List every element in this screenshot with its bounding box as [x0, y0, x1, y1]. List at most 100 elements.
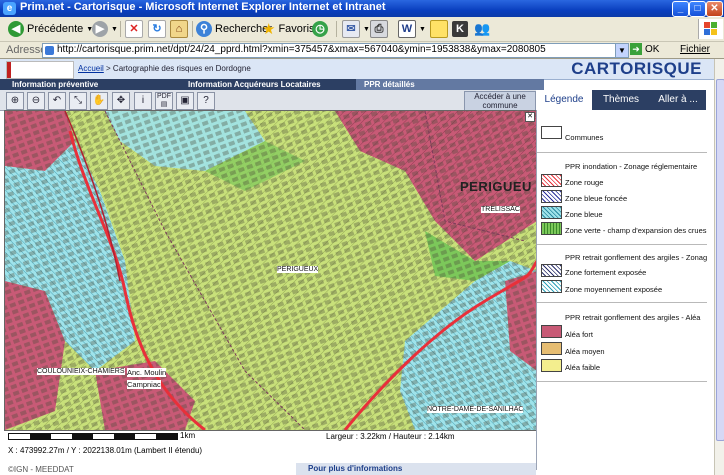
toolbar-separator [192, 21, 193, 37]
tab-themes[interactable]: Thèmes [592, 90, 650, 110]
maximize-button[interactable]: □ [689, 1, 706, 17]
legend-zone-bleue: Zone bleue [565, 210, 603, 219]
map-label-coulounieix: COULOUNIEIX-CHAMIERS [37, 368, 125, 375]
legend-swatch-alea-faible [541, 359, 562, 372]
tab-ppr-detailles[interactable]: PPR détaillés [356, 79, 544, 90]
map-canvas[interactable] [5, 111, 537, 430]
file-menu[interactable]: Fichier [680, 44, 710, 55]
history-button[interactable]: ◷ [312, 20, 328, 38]
info-icon[interactable]: i [134, 92, 152, 110]
refresh-button[interactable]: ↻ [148, 20, 166, 38]
right-panel-tabs: Légende Thèmes Aller à ... [536, 90, 706, 110]
stop-button[interactable]: ✕ [125, 20, 143, 38]
scale-bar [8, 433, 178, 440]
measure-icon[interactable]: ⤡ [69, 92, 87, 110]
map-dimensions: Largeur : 3.22km / Hauteur : 2.14km [326, 432, 455, 441]
edit-dropdown-icon[interactable]: ▼ [419, 26, 426, 33]
legend-alea-moyen: Aléa moyen [565, 347, 605, 356]
legend-group-argiles-zonage: PPR retrait gonflement des argiles - Zon… [565, 253, 707, 262]
word-icon: W [398, 20, 416, 38]
zoom-out-icon[interactable]: ⊖ [27, 92, 45, 110]
page-icon [45, 46, 54, 55]
breadcrumb-current: > Cartographie des risques en Dordogne [103, 64, 251, 73]
help-icon[interactable]: ? [197, 92, 215, 110]
map-label-notre-dame: NOTRE-DAME-DE-SANILHAC [427, 406, 524, 413]
legend-zone-rouge: Zone rouge [565, 178, 604, 187]
mail-icon: ✉ [342, 20, 360, 38]
search-icon: ⚲ [196, 21, 212, 37]
legend-divider [537, 302, 707, 303]
legend-swatch-zone-bleue [541, 206, 562, 219]
legend-zone-fortement: Zone fortement exposée [565, 268, 647, 277]
access-commune-button[interactable]: Accéder à une commune [464, 91, 536, 111]
legend-zone-bleue-foncee: Zone bleue foncée [565, 194, 628, 203]
legend-swatch-zone-fortement [541, 264, 562, 277]
map-label-anc-moulin: Anc. Moulin [127, 368, 167, 377]
address-field[interactable]: http://cartorisque.prim.net/dpt/24/24_pp… [42, 43, 622, 58]
edit-button[interactable]: W ▼ [398, 20, 426, 38]
scale-label: 1km [180, 431, 196, 440]
go-arrow-icon: ➜ [630, 43, 642, 55]
full-extent-icon[interactable]: ✥ [112, 92, 130, 110]
legend-communes: Communes [565, 133, 604, 142]
star-icon: ★ [262, 21, 276, 38]
back-label: Précédente [27, 23, 84, 35]
legend-swatch-communes [541, 126, 562, 139]
address-bar: Adresse http://cartorisque.prim.net/dpt/… [0, 42, 724, 59]
research-button[interactable]: K [452, 20, 468, 38]
legend-panel: Communes PPR inondation - Zonage régleme… [536, 110, 707, 470]
windows-logo [698, 19, 723, 39]
risk-map[interactable]: PERIGUEU PERIGUEUX TRELISSAC COULOUNIEIX… [4, 110, 538, 431]
forward-button[interactable]: ▶ ▼ [92, 20, 118, 38]
brand-title: CARTORISQUE [571, 59, 702, 78]
close-window-button[interactable]: ✕ [706, 1, 723, 17]
legend-divider [537, 152, 707, 153]
go-button[interactable]: ➜ OK [630, 43, 659, 55]
scrollbar-thumb[interactable] [716, 79, 724, 441]
more-info-link[interactable]: Pour plus d'informations [296, 463, 536, 475]
legend-swatch-zone-rouge [541, 174, 562, 187]
refresh-icon: ↻ [148, 20, 166, 38]
save-icon[interactable]: ▣ [176, 92, 194, 110]
cursor-coordinates: X : 473992.27m / Y : 2022138.01m (Lamber… [8, 446, 203, 455]
discuss-button[interactable] [430, 20, 448, 38]
print-button[interactable]: ⎙ [370, 20, 388, 38]
back-arrow-icon: ◀ [8, 21, 24, 37]
mail-dropdown-icon[interactable]: ▼ [363, 26, 370, 33]
toolbar-separator [120, 21, 121, 37]
legend-zone-moyennement: Zone moyennement exposée [565, 285, 663, 294]
zoom-in-icon[interactable]: ⊕ [6, 92, 24, 110]
home-button[interactable]: ⌂ [170, 20, 188, 38]
ministry-logo [6, 61, 74, 79]
legend-alea-faible: Aléa faible [565, 363, 601, 372]
pan-hand-icon[interactable]: ✋ [90, 92, 108, 110]
more-info-label: Pour plus d'informations [308, 464, 403, 473]
map-close-icon[interactable]: ✕ [525, 112, 535, 122]
forward-arrow-icon: ▶ [92, 21, 108, 37]
vertical-scrollbar[interactable] [714, 59, 724, 475]
pdf-export-icon[interactable]: PDF ▤ [155, 92, 173, 110]
address-label: Adresse [6, 44, 47, 56]
breadcrumb-home-link[interactable]: Accueil [78, 64, 104, 73]
tab-information-preventive[interactable]: Information préventive [12, 79, 98, 90]
favorites-button[interactable]: ★ Favoris [262, 20, 315, 38]
map-tools-bar: ⊕ ⊖ ↶ ⤡ ✋ ✥ i PDF ▤ ▣ ? Accéder à une com… [0, 90, 536, 111]
zoom-previous-icon[interactable]: ↶ [48, 92, 66, 110]
tab-aller-a[interactable]: Aller à ... [650, 90, 706, 110]
back-button[interactable]: ◀ Précédente ▼ [8, 20, 93, 38]
minimize-button[interactable]: _ [672, 1, 689, 17]
legend-group-argiles-alea: PPR retrait gonflement des argiles - Alé… [565, 313, 701, 322]
home-icon: ⌂ [170, 20, 188, 38]
tab-information-acquereurs[interactable]: Information Acquéreurs Locataires [188, 79, 321, 90]
messenger-button[interactable]: 👥 [474, 20, 490, 38]
legend-divider [537, 244, 707, 245]
stop-icon: ✕ [125, 20, 143, 38]
forward-dropdown-icon[interactable]: ▼ [111, 26, 118, 33]
address-url[interactable]: http://cartorisque.prim.net/dpt/24/24_pp… [57, 44, 612, 55]
browser-toolbar: ◀ Précédente ▼ ▶ ▼ ✕ ↻ ⌂ ⚲ Rechercher ★ … [0, 17, 724, 42]
tab-legende[interactable]: Légende [536, 90, 592, 110]
map-label-perigueux: PERIGUEUX [277, 266, 319, 273]
address-dropdown-icon[interactable]: ▼ [615, 43, 629, 58]
mail-button[interactable]: ✉ ▼ [342, 20, 370, 38]
search-button[interactable]: ⚲ Rechercher [196, 20, 272, 38]
